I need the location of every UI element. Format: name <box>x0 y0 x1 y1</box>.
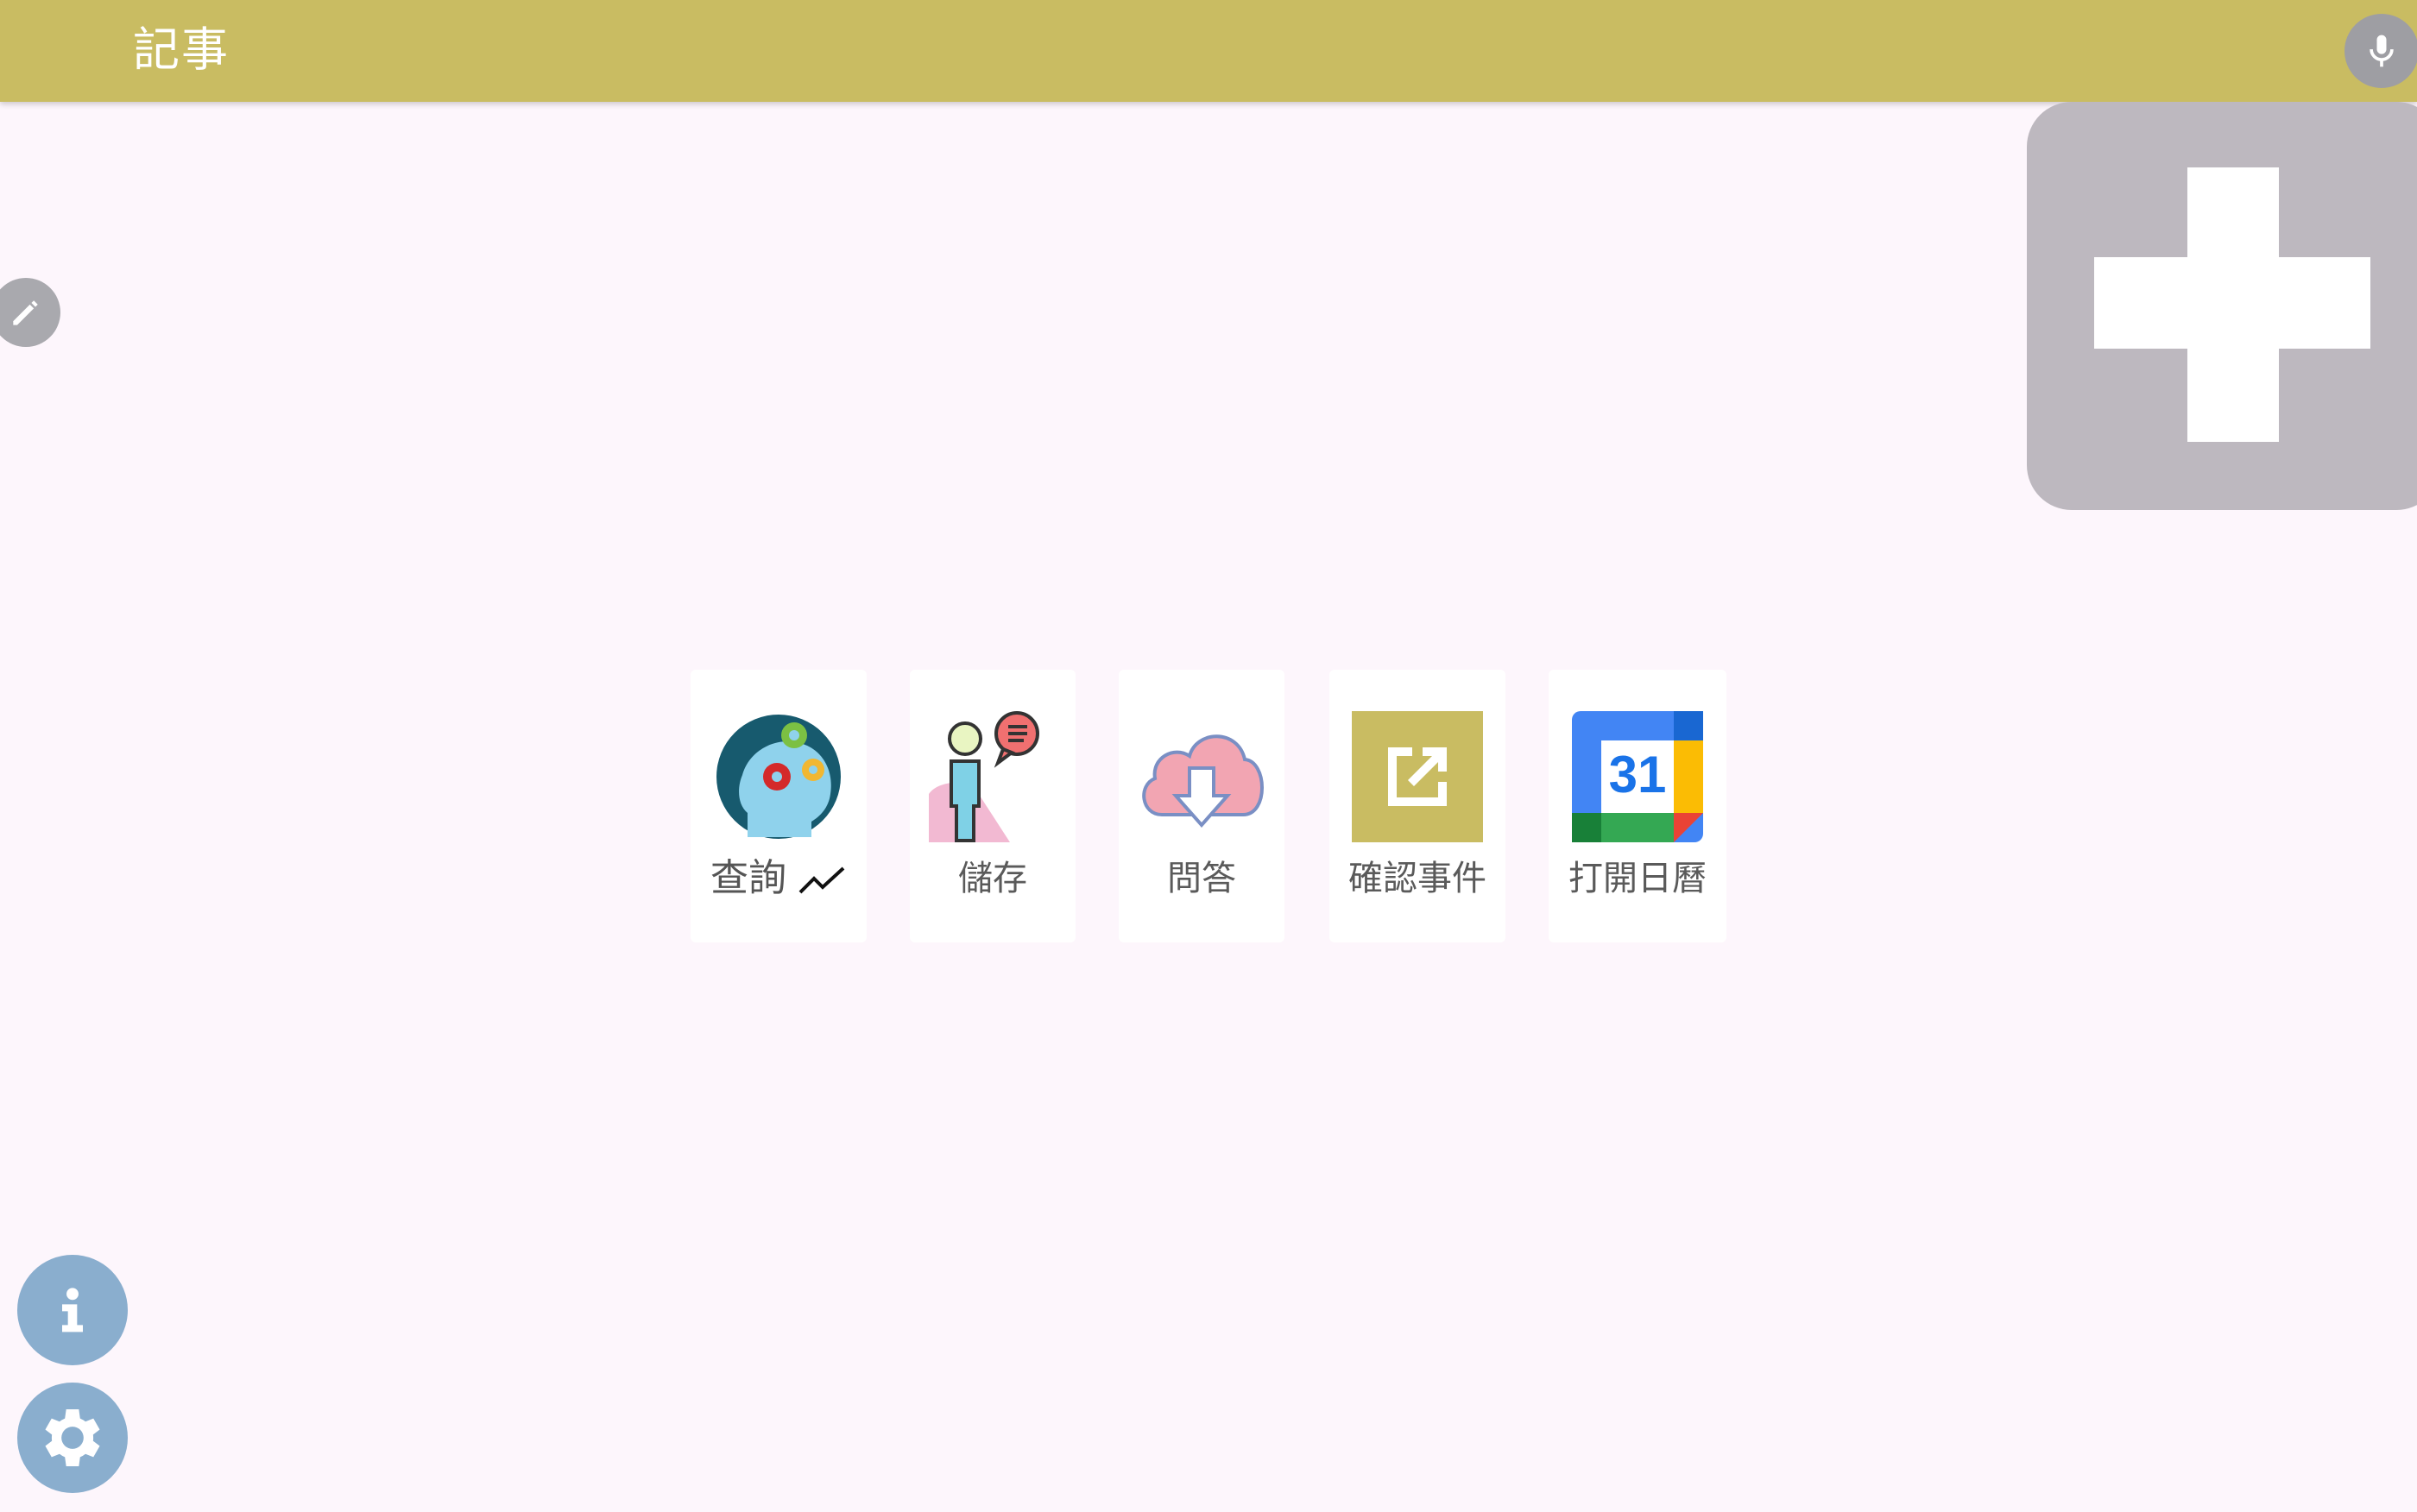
app-bar: 記事 <box>0 0 2417 102</box>
shortcut-query[interactable]: 查詢 <box>691 670 867 942</box>
trend-icon <box>798 866 845 894</box>
page-title: 記事 <box>133 22 230 77</box>
shortcut-label: 打開日曆 <box>1568 859 1707 898</box>
shortcut-label: 儲存 <box>958 859 1027 898</box>
shortcut-confirm-event[interactable]: 確認事件 <box>1329 670 1505 942</box>
shortcut-open-calendar[interactable]: 31 打開日曆 <box>1549 670 1726 942</box>
info-icon <box>62 1288 83 1332</box>
person-speech-icon <box>929 711 1039 842</box>
edit-button[interactable] <box>0 278 60 347</box>
shortcut-label: 問答 <box>1167 859 1236 898</box>
gear-icon <box>45 1409 100 1466</box>
shortcut-qa[interactable]: 問答 <box>1119 670 1284 942</box>
add-entry-button[interactable] <box>2027 102 2417 510</box>
mic-icon <box>2370 35 2394 67</box>
voice-input-button[interactable] <box>2344 14 2417 88</box>
brain-gears-icon <box>716 715 841 839</box>
cloud-download-icon <box>1142 734 1264 828</box>
pencil-icon <box>13 300 38 325</box>
calendar-day: 31 <box>1609 746 1667 803</box>
shortcut-label: 確認事件 <box>1348 859 1486 898</box>
settings-button[interactable] <box>17 1383 128 1493</box>
shortcut-label: 查詢 <box>691 854 867 903</box>
plus-icon <box>2094 167 2370 442</box>
calendar-icon: 31 <box>1572 711 1703 842</box>
open-external-icon <box>1352 711 1483 842</box>
shortcut-save[interactable]: 儲存 <box>910 670 1076 942</box>
info-button[interactable] <box>17 1255 128 1365</box>
